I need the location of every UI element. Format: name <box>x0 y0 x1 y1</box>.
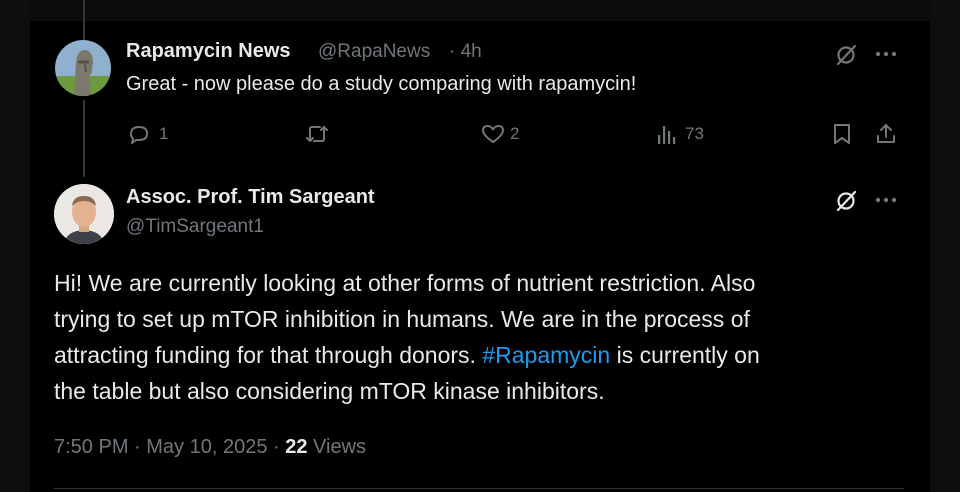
reply-icon[interactable] <box>126 121 152 147</box>
tweet-line: the table but also considering mTOR kina… <box>54 378 605 404</box>
avatar-tim-sargeant[interactable] <box>54 184 114 244</box>
like-count[interactable]: 2 <box>510 124 519 144</box>
profile-photo-image <box>54 184 114 244</box>
main-author-name[interactable]: Assoc. Prof. Tim Sargeant <box>126 186 375 209</box>
share-icon[interactable] <box>873 121 899 147</box>
hashtag-rapamycin[interactable]: #Rapamycin <box>482 342 610 368</box>
left-gutter <box>0 0 30 492</box>
right-gutter <box>930 0 960 492</box>
main-author-handle[interactable]: @TimSargeant1 <box>126 216 264 238</box>
bookmark-icon[interactable] <box>829 121 855 147</box>
reply-author-handle[interactable]: @RapaNews <box>318 41 430 63</box>
tweet-footer: 7:50 PM · May 10, 2025 · 22 Views <box>54 436 366 459</box>
thread-line-middle <box>83 100 85 177</box>
more-icon[interactable] <box>872 42 900 66</box>
reply-count[interactable]: 1 <box>159 124 168 144</box>
moai-avatar-image <box>55 40 111 96</box>
tweet-line-text: attracting funding for that through dono… <box>54 342 476 368</box>
thread-line-top <box>83 0 85 40</box>
tweet-line: Hi! We are currently looking at other fo… <box>54 270 756 296</box>
main-tweet-text: Hi! We are currently looking at other fo… <box>54 265 894 409</box>
reply-time[interactable]: · 4h <box>449 41 482 63</box>
divider <box>54 488 904 489</box>
views-label: Views <box>313 436 367 458</box>
grok-icon[interactable] <box>832 41 860 69</box>
reply-text: Great - now please do a study comparing … <box>126 73 637 95</box>
tweet-line: attracting funding for that through dono… <box>54 337 894 373</box>
retweet-icon[interactable] <box>303 121 331 147</box>
more-icon[interactable] <box>872 188 900 212</box>
views-count: 22 <box>285 436 308 458</box>
avatar-rapamycin-news[interactable] <box>55 40 111 96</box>
tweet-line-text: is currently on <box>616 342 760 368</box>
heart-icon[interactable] <box>479 121 507 147</box>
view-count[interactable]: 73 <box>685 124 704 144</box>
previous-tweet-edge <box>30 0 930 21</box>
tweet-line: trying to set up mTOR inhibition in huma… <box>54 306 750 332</box>
views-icon[interactable] <box>655 122 679 146</box>
tweet-timestamp[interactable]: 7:50 PM · May 10, 2025 · <box>54 436 280 458</box>
grok-icon[interactable] <box>832 187 860 215</box>
reply-author-name[interactable]: Rapamycin News <box>126 40 291 63</box>
